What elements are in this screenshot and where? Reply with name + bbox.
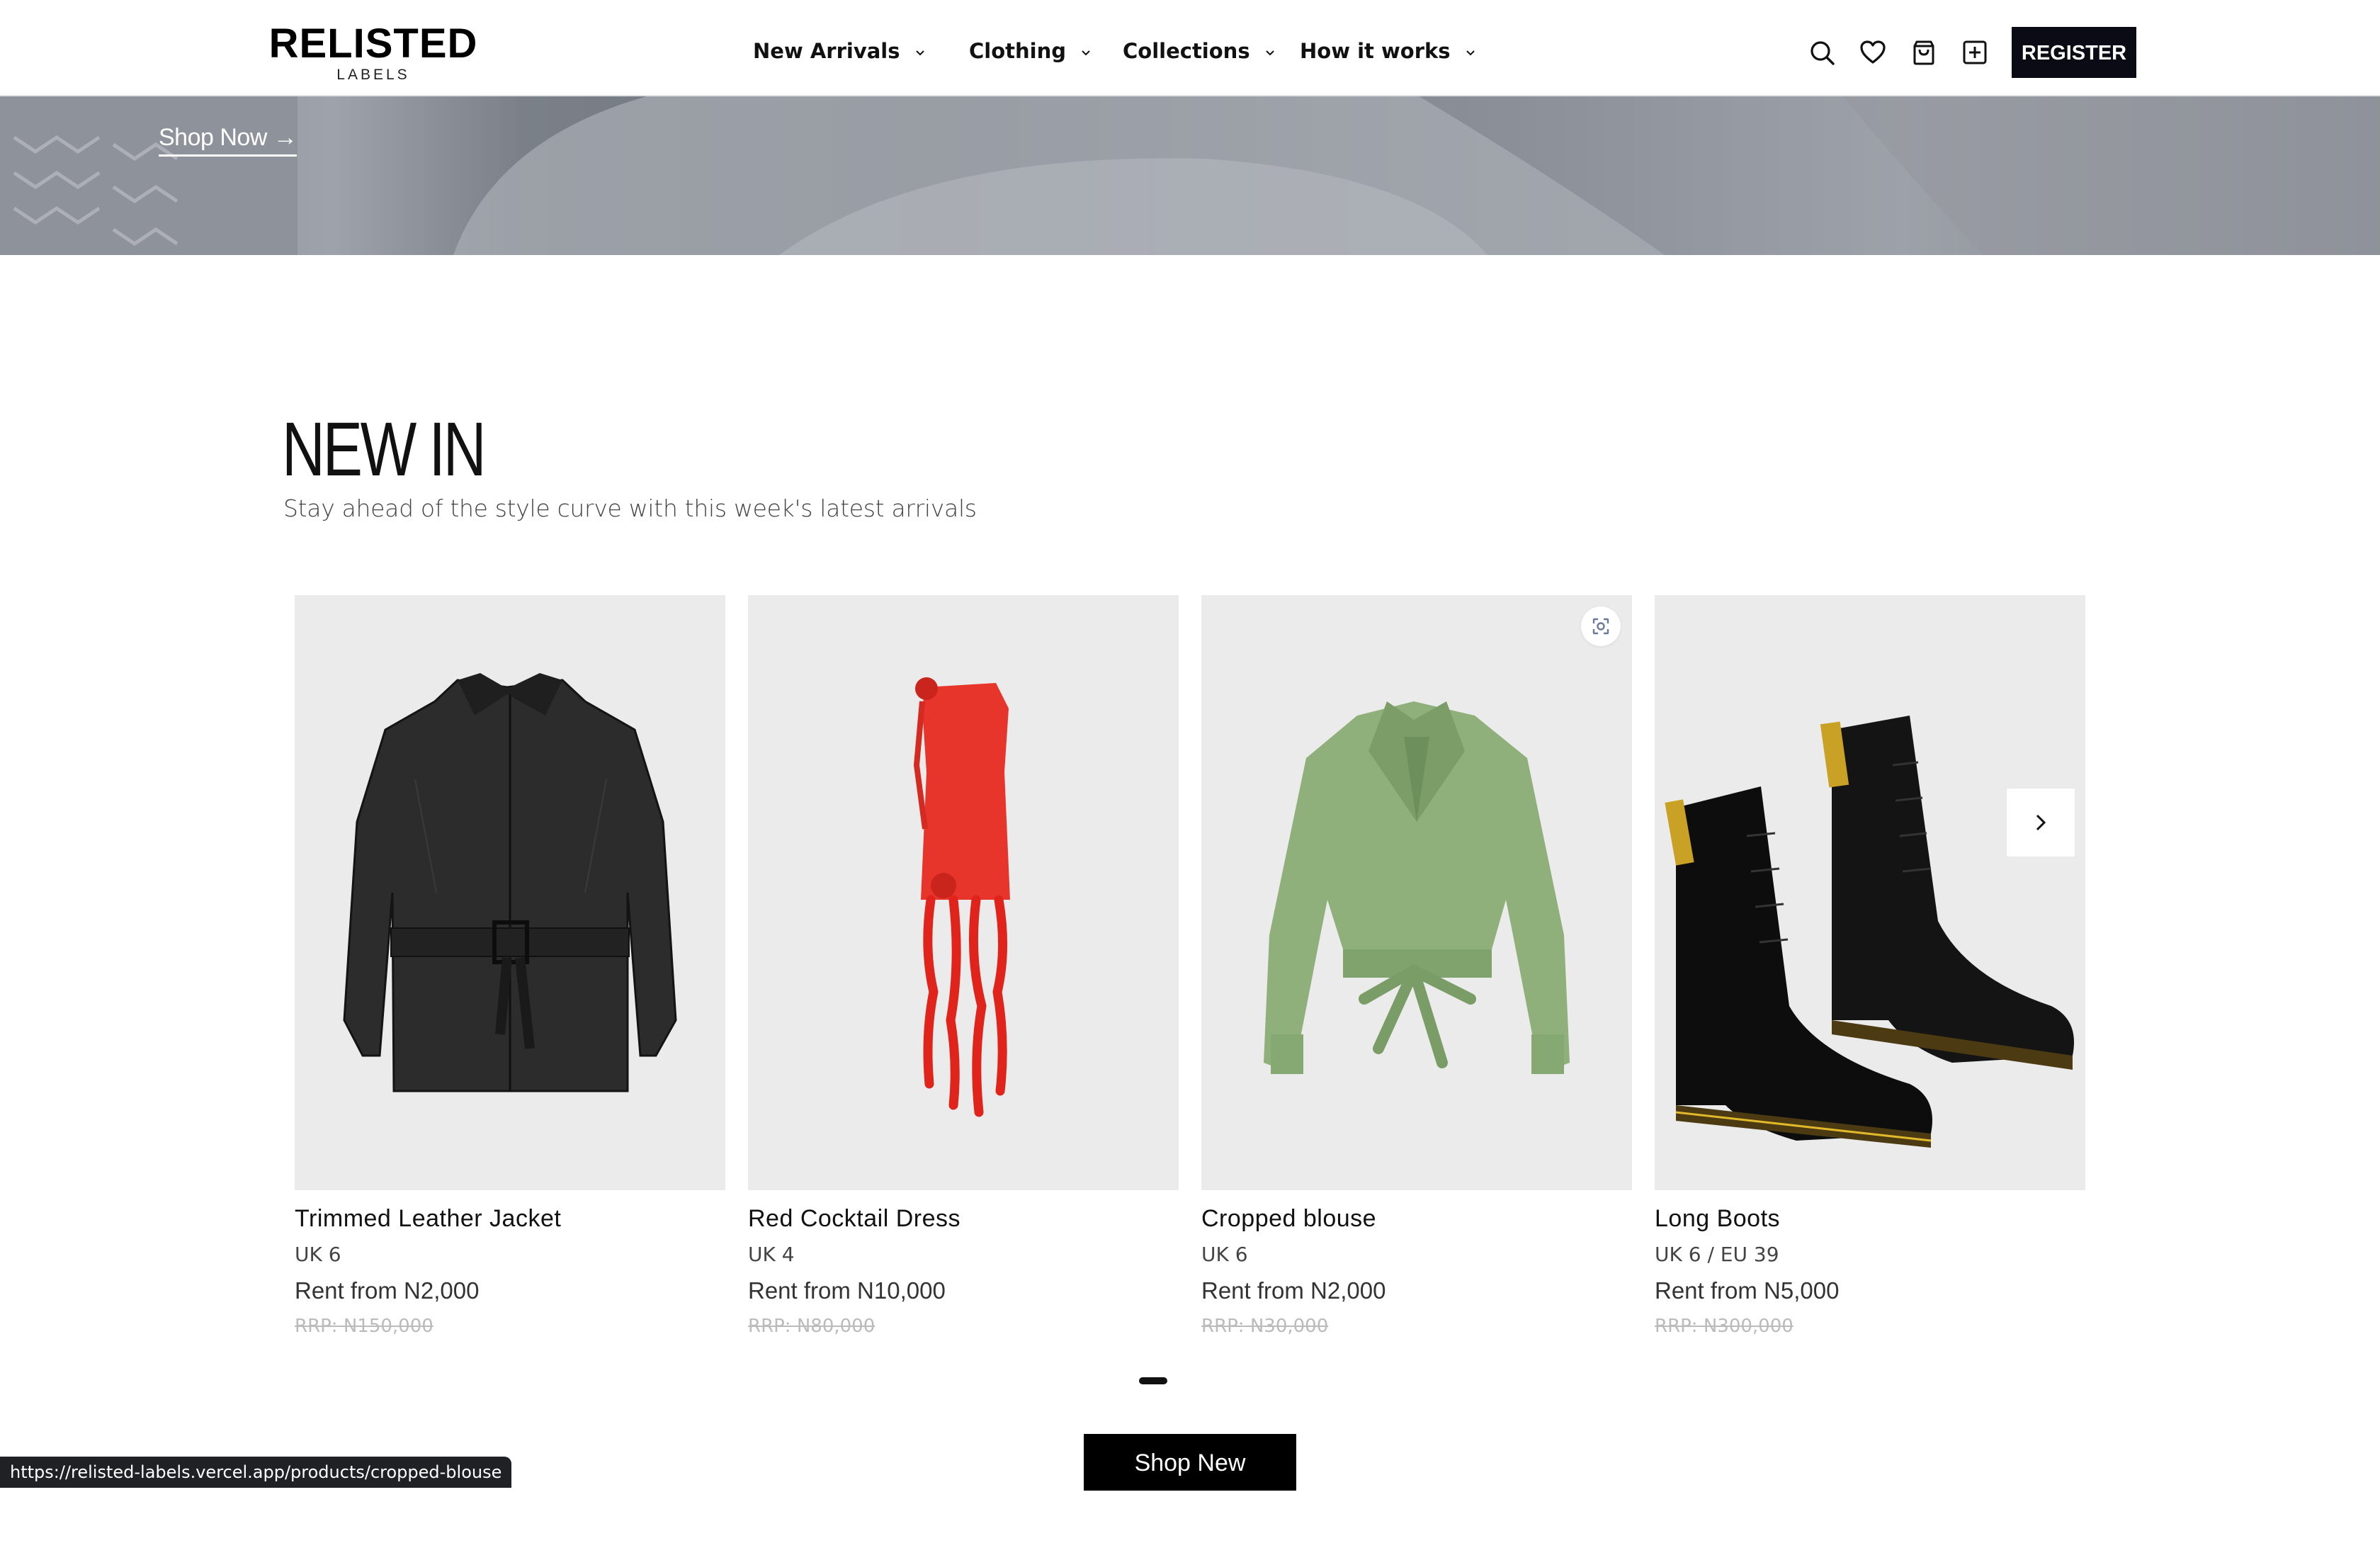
black-boots-image	[1665, 716, 2074, 1148]
shop-now-link[interactable]: Shop Now →	[159, 123, 298, 157]
product-rrp: RRP: N300,000	[1655, 1316, 1794, 1337]
register-button[interactable]: REGISTER	[2012, 27, 2136, 78]
nav-clothing[interactable]: Clothing	[969, 38, 1092, 64]
chevron-right-icon	[2036, 814, 2046, 831]
heart-icon[interactable]	[1859, 38, 1887, 67]
chevron-down-icon	[1466, 50, 1475, 56]
site-header: RELISTED LABELS New Arrivals Clothing Co…	[0, 0, 2380, 96]
product-size: UK 4	[748, 1243, 795, 1266]
chevron-down-icon	[1082, 50, 1090, 56]
product-rrp: RRP: N150,000	[295, 1316, 434, 1337]
product-image[interactable]	[295, 595, 725, 1190]
nav-label: Collections	[1123, 39, 1250, 63]
product-size: UK 6 / EU 39	[1655, 1243, 1779, 1266]
product-name[interactable]: Trimmed Leather Jacket	[295, 1204, 561, 1233]
browser-status-url: https://relisted-labels.vercel.app/produ…	[0, 1457, 512, 1488]
plus-square-icon[interactable]	[1961, 38, 1989, 67]
product-image[interactable]	[1201, 595, 1632, 1190]
shop-new-releases-button[interactable]: Shop New Releases	[1084, 1434, 1296, 1533]
product-image[interactable]	[1655, 595, 2085, 1190]
product-rrp: RRP: N30,000	[1201, 1316, 1329, 1337]
leather-jacket-image	[343, 673, 677, 1092]
nav-label: How it works	[1300, 39, 1451, 63]
product-card[interactable]: Long Boots UK 6 / EU 39 Rent from N5,000…	[1655, 595, 2085, 1337]
nav-collections[interactable]: Collections	[1123, 38, 1276, 64]
logo-wordmark: RELISTED	[268, 21, 478, 67]
product-card[interactable]: Red Cocktail Dress UK 4 Rent from N10,00…	[748, 595, 1179, 1337]
carousel-pagination-dot[interactable]	[1139, 1377, 1167, 1384]
product-card[interactable]: Trimmed Leather Jacket UK 6 Rent from N2…	[295, 595, 725, 1337]
visual-search-button[interactable]	[1581, 606, 1621, 646]
nav-label: Clothing	[969, 39, 1066, 63]
search-icon[interactable]	[1808, 38, 1836, 67]
product-rrp: RRP: N80,000	[748, 1316, 876, 1337]
product-size: UK 6	[295, 1243, 341, 1266]
logo-subtitle: LABELS	[336, 67, 410, 83]
hero-banner: Shop Now →	[0, 95, 2380, 255]
shopping-bag-icon[interactable]	[1910, 38, 1938, 67]
product-rent-price: Rent from N5,000	[1655, 1277, 1840, 1304]
section-subtitle: Stay ahead of the style curve with this …	[283, 495, 977, 522]
red-dress-image	[913, 677, 1010, 1117]
product-name[interactable]: Long Boots	[1655, 1204, 1780, 1233]
product-image[interactable]	[748, 595, 1179, 1190]
nav-new-arrivals[interactable]: New Arrivals	[753, 38, 926, 64]
product-name[interactable]: Cropped blouse	[1201, 1204, 1376, 1233]
product-rent-price: Rent from N2,000	[1201, 1277, 1386, 1304]
product-size: UK 6	[1201, 1243, 1248, 1266]
nav-label: New Arrivals	[753, 39, 900, 63]
carousel-next-button[interactable]	[2006, 788, 2075, 857]
chevron-down-icon	[915, 50, 924, 56]
site-logo[interactable]: RELISTED LABELS	[245, 23, 502, 84]
product-rent-price: Rent from N10,000	[748, 1277, 946, 1304]
hero-image	[0, 95, 2380, 255]
product-card[interactable]: Cropped blouse UK 6 Rent from N2,000 RRP…	[1201, 595, 1632, 1337]
chevron-down-icon	[1265, 50, 1274, 56]
green-blouse-image	[1264, 701, 1570, 1074]
scan-icon	[1592, 618, 1609, 635]
nav-how-it-works[interactable]: How it works	[1300, 38, 1476, 64]
section-title: NEW IN	[282, 406, 487, 492]
product-name[interactable]: Red Cocktail Dress	[748, 1204, 960, 1233]
product-rent-price: Rent from N2,000	[295, 1277, 480, 1304]
